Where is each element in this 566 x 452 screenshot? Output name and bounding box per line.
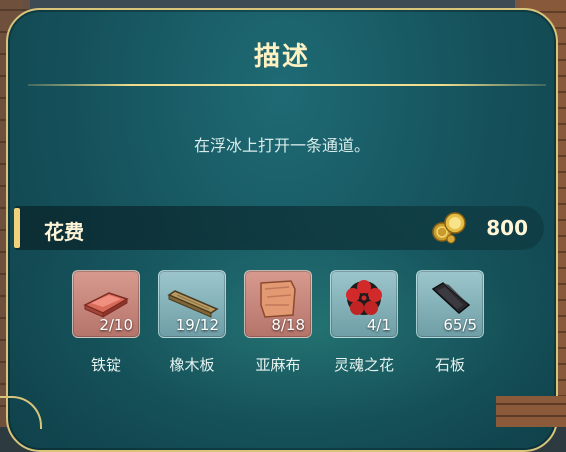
material-slot[interactable]: 2/10	[72, 270, 140, 338]
panel-title: 描述	[253, 42, 310, 72]
material-name: 橡木板	[169, 356, 215, 374]
material-name: 亚麻布	[255, 356, 301, 374]
oak-plank-icon	[167, 290, 219, 318]
slate-icon	[431, 282, 471, 314]
material-slot[interactable]: 4/1	[330, 270, 398, 338]
material-name: 铁锭	[90, 356, 121, 374]
material-count: 19/12	[175, 316, 219, 334]
material-name: 石板	[434, 356, 465, 374]
cost-value: 800	[486, 216, 528, 240]
material-count: 65/5	[443, 316, 477, 334]
cost-label: 花费	[44, 220, 84, 244]
material-item[interactable]: 8/18 亚麻布	[244, 270, 312, 375]
title-divider	[28, 84, 546, 86]
material-item[interactable]: 65/5 石板	[416, 270, 484, 375]
materials-list: 2/10 铁锭 19/12 橡木板 8/18 亚麻布 4/1 灵魂之花 65/5…	[72, 270, 492, 390]
material-count: 2/10	[99, 316, 133, 334]
cost-bar: 花费 800	[14, 206, 544, 250]
description-text: 在浮冰上打开一条通道。	[193, 136, 370, 155]
corner-decoration-right	[496, 396, 566, 427]
material-slot[interactable]: 8/18	[244, 270, 312, 338]
material-count: 4/1	[366, 316, 391, 334]
material-slot[interactable]: 19/12	[158, 270, 226, 338]
iron-ingot-icon	[83, 292, 129, 318]
material-item[interactable]: 19/12 橡木板	[158, 270, 226, 375]
material-item[interactable]: 4/1 灵魂之花	[330, 270, 398, 375]
material-item[interactable]: 2/10 铁锭	[72, 270, 140, 375]
description-panel: 描述 在浮冰上打开一条通道。 花费 800 2/10 铁锭 19/12 橡木板 …	[6, 8, 558, 452]
material-count: 8/18	[271, 316, 305, 334]
cost-accent-marker	[14, 208, 20, 248]
material-slot[interactable]: 65/5	[416, 270, 484, 338]
material-name: 灵魂之花	[333, 356, 394, 374]
gold-coins-icon	[432, 212, 466, 244]
linen-cloth-icon	[260, 280, 296, 318]
soul-flower-icon	[346, 280, 382, 315]
